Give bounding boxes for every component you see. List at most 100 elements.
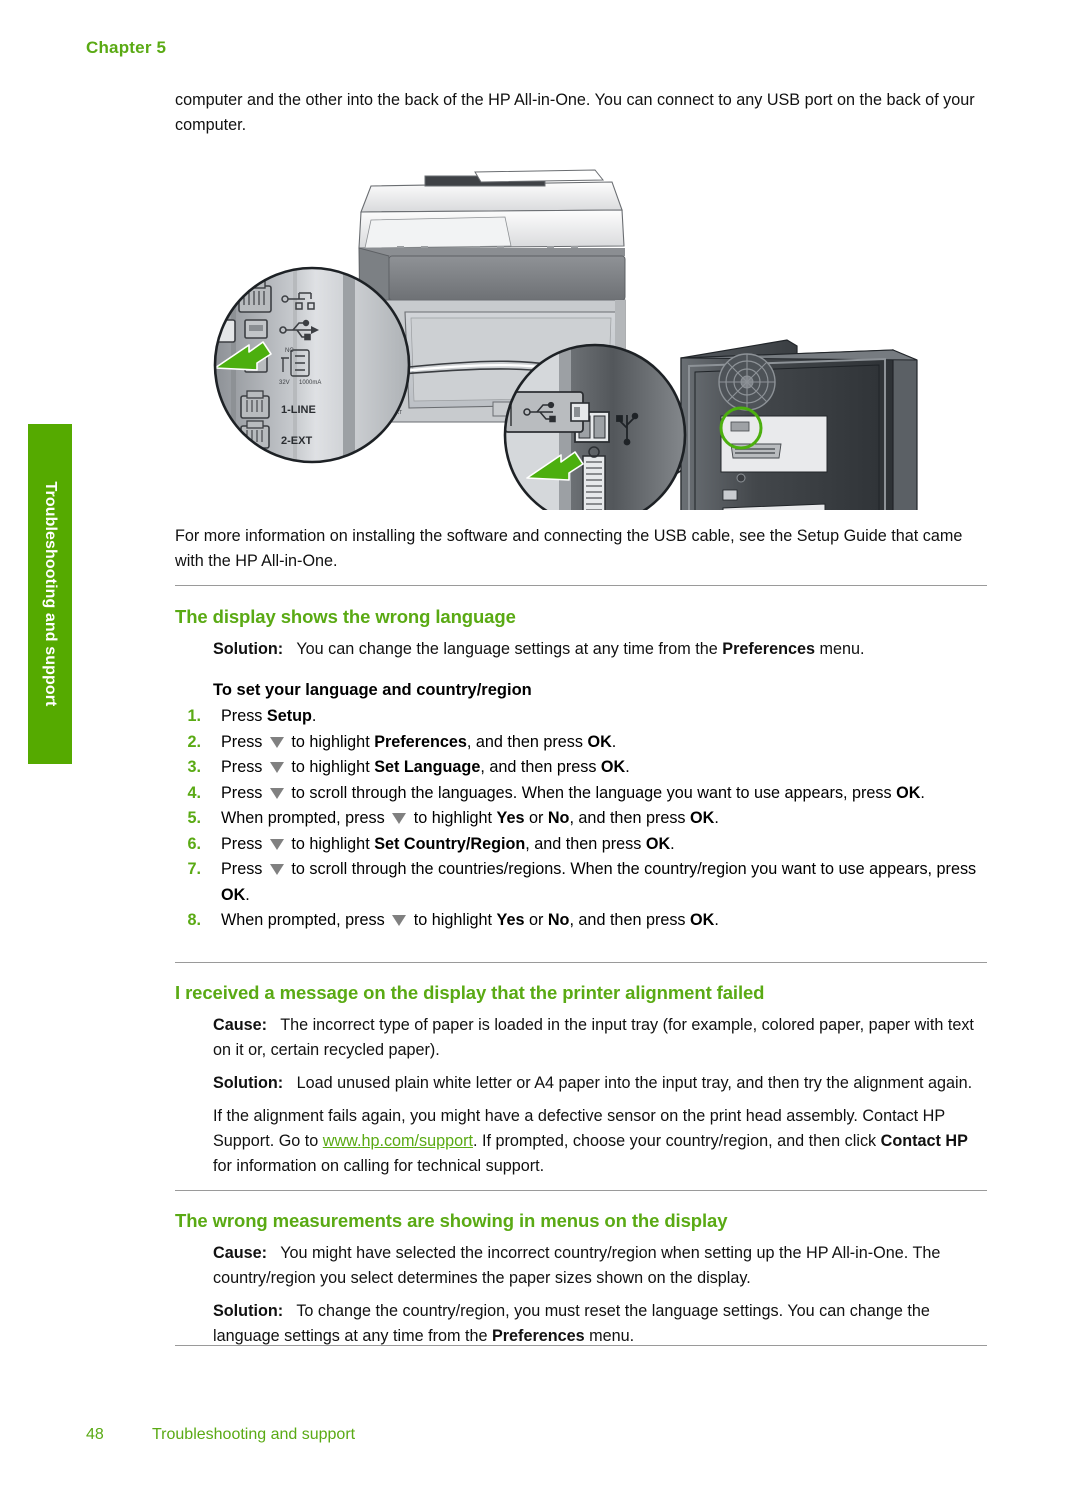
solution-text-b: menu. xyxy=(584,1327,635,1345)
support-text-c: for information on calling for technical… xyxy=(213,1157,545,1175)
cause-paragraph: Cause: You might have selected the incor… xyxy=(175,1241,987,1291)
svg-text:32V: 32V xyxy=(279,380,290,386)
step-number: 6. xyxy=(187,834,201,853)
contact-hp-bold: Contact HP xyxy=(880,1132,968,1150)
step-text: Press xyxy=(221,707,267,725)
step-bold-term: Set Country/Region xyxy=(374,834,526,853)
section-heading: The wrong measurements are showing in me… xyxy=(175,1210,728,1231)
section-wrong-measurements: The wrong measurements are showing in me… xyxy=(175,1190,987,1349)
step-bold-term: OK xyxy=(690,911,715,929)
cause-label: Cause: xyxy=(213,1244,267,1262)
step-text: to scroll through the countries/regions.… xyxy=(286,860,977,878)
step-text: . xyxy=(611,732,617,751)
step-text: or xyxy=(524,809,548,827)
cause-label: Cause: xyxy=(213,1016,267,1034)
fan-grille xyxy=(718,353,776,411)
intro-paragraph: computer and the other into the back of … xyxy=(175,91,975,134)
step-number: 8. xyxy=(187,911,201,929)
step-number: 3. xyxy=(187,758,201,776)
step-text: Press xyxy=(221,732,267,751)
procedure-step: 5. When prompted, press to highlight Yes … xyxy=(175,806,987,832)
solution-bold-term: Preferences xyxy=(491,1327,585,1345)
usb-connection-illustration: 1-LINE 2-EXT xyxy=(175,160,987,510)
side-tab-troubleshooting: Troubleshooting and support xyxy=(28,424,72,764)
solution-text: Load unused plain white letter or A4 pap… xyxy=(296,1074,973,1092)
step-text: When prompted, press xyxy=(221,911,390,929)
step-number: 5. xyxy=(187,809,201,827)
page-number: 48 xyxy=(86,1426,104,1443)
step-bold-term: Setup xyxy=(266,707,312,725)
cause-text: You might have selected the incorrect co… xyxy=(213,1244,941,1287)
intro-paragraph-block: computer and the other into the back of … xyxy=(175,88,987,138)
svg-text:1000mA: 1000mA xyxy=(299,380,321,386)
step-text: Press xyxy=(221,758,267,776)
procedure-step: 7. Press to scroll through the countries/… xyxy=(175,857,987,908)
solution-paragraph: Solution: To change the country/region, … xyxy=(175,1299,987,1349)
step-number: 1. xyxy=(187,707,201,725)
step-bold-term: Yes xyxy=(496,911,525,929)
support-text-b: . If prompted, choose your country/regio… xyxy=(473,1132,881,1150)
down-arrow-icon xyxy=(392,813,407,824)
support-paragraph: If the alignment fails again, you might … xyxy=(175,1104,987,1179)
card-bracket xyxy=(582,446,606,510)
down-arrow-icon xyxy=(269,762,284,773)
step-bold-term: OK xyxy=(690,809,715,827)
step-text: to highlight xyxy=(409,809,497,827)
step-text: to scroll through the languages. When th… xyxy=(286,783,897,802)
cause-paragraph: Cause: The incorrect type of paper is lo… xyxy=(175,1013,987,1063)
step-bold-term: OK xyxy=(645,834,671,853)
procedure-step: 6. Press to highlight Set Country/Region,… xyxy=(175,832,987,858)
page-footer: 48 Troubleshooting and support xyxy=(86,1426,355,1444)
step-bold-term: Yes xyxy=(496,809,525,827)
step-bold-term: OK xyxy=(896,783,921,802)
document-page: Chapter 5 Troubleshooting and support co… xyxy=(0,0,1080,1495)
procedure-step: 4. Press to scroll through the languages.… xyxy=(175,781,987,807)
step-text: , and then press xyxy=(480,758,601,776)
solution-paragraph: Solution: Load unused plain white letter… xyxy=(175,1071,987,1096)
procedure-step: 1. Press Setup. xyxy=(175,704,987,730)
section-heading: The display shows the wrong language xyxy=(175,606,516,627)
bottom-divider-block xyxy=(175,1345,987,1346)
chapter-header: Chapter 5 xyxy=(86,38,167,57)
section-divider xyxy=(175,1345,987,1346)
step-bold-term: Set Language xyxy=(374,758,481,776)
cause-text: The incorrect type of paper is loaded in… xyxy=(213,1016,974,1059)
solution-text-a: You can change the language settings at … xyxy=(296,640,723,658)
step-text: . xyxy=(714,809,719,827)
solution-paragraph: Solution: You can change the language se… xyxy=(175,637,987,662)
step-text: , and then press xyxy=(525,834,646,853)
step-text: . xyxy=(311,707,317,725)
step-text: . xyxy=(920,783,925,802)
section-heading: I received a message on the display that… xyxy=(175,982,765,1003)
step-text: or xyxy=(524,911,548,929)
step-text: . xyxy=(625,758,630,776)
procedure-title: To set your language and country/region xyxy=(213,681,532,699)
step-number: 7. xyxy=(187,860,201,878)
step-text: to highlight xyxy=(286,732,375,751)
section-alignment-failed: I received a message on the display that… xyxy=(175,962,987,1179)
step-number: 4. xyxy=(187,783,201,802)
svg-text:2-EXT: 2-EXT xyxy=(281,435,312,447)
procedure-step: 8. When prompted, press to highlight Yes … xyxy=(175,908,987,934)
footer-label: Troubleshooting and support xyxy=(152,1426,356,1443)
svg-text:1-LINE: 1-LINE xyxy=(281,404,316,416)
step-text: When prompted, press xyxy=(221,809,390,827)
down-arrow-icon xyxy=(269,787,284,799)
down-arrow-icon xyxy=(269,864,284,875)
step-text: , and then press xyxy=(569,911,691,929)
usb-plug-icon xyxy=(215,319,236,343)
step-text: to highlight xyxy=(409,911,497,929)
step-bold-term: No xyxy=(547,911,570,929)
step-text: . xyxy=(670,834,675,853)
solution-bold-term: Preferences xyxy=(722,640,815,658)
step-bold-term: OK xyxy=(587,732,612,751)
solution-text-b: menu. xyxy=(815,640,865,658)
procedure-step: 2. Press to highlight Preferences, and th… xyxy=(175,730,987,756)
after-figure-block: For more information on installing the s… xyxy=(175,524,987,574)
printer-port-callout: NC 32V 1000mA 1-LINE 2-EXT xyxy=(213,266,411,464)
solution-label: Solution: xyxy=(213,640,284,658)
hp-support-link[interactable]: www.hp.com/support xyxy=(323,1132,473,1150)
step-text: , and then press xyxy=(569,809,691,827)
section-wrong-language: The display shows the wrong language Sol… xyxy=(175,585,987,934)
down-arrow-icon xyxy=(269,838,284,850)
